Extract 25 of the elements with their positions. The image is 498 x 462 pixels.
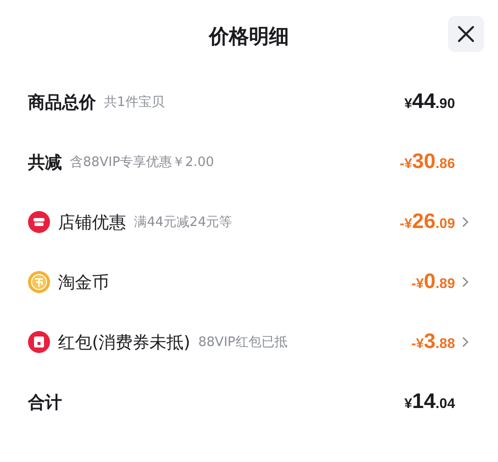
envelope-icon — [28, 331, 50, 353]
amount: -¥0.89 — [411, 270, 455, 294]
chevron-icon[interactable] — [460, 216, 470, 228]
chevron-icon[interactable] — [460, 336, 470, 348]
row-label: 合计 — [28, 392, 62, 414]
row-note: 含88VIP专享优惠￥2.00 — [70, 154, 214, 171]
row-note: 88VIP红包已抵 — [198, 334, 288, 351]
row-note: 满44元减24元等 — [134, 214, 232, 231]
row-label: 淘金币 — [58, 272, 109, 294]
amount: ¥44.90 — [404, 90, 455, 114]
amount: ¥14.04 — [404, 390, 455, 414]
amount: -¥26.09 — [400, 210, 455, 234]
row-label: 红包(消费券未抵) — [58, 332, 190, 354]
row-label: 共减 — [28, 152, 62, 174]
close-button[interactable] — [448, 16, 484, 52]
amount: -¥30.86 — [400, 150, 455, 174]
shop-icon — [28, 211, 50, 233]
close-icon — [457, 25, 475, 43]
amount: -¥3.88 — [411, 330, 455, 354]
chevron-icon[interactable] — [460, 276, 470, 288]
row-note: 共1件宝贝 — [104, 94, 164, 111]
row-label: 店铺优惠 — [58, 212, 126, 234]
row-label: 商品总价 — [28, 92, 96, 114]
coin-icon — [28, 271, 50, 293]
dialog-title: 价格明细 — [209, 22, 289, 50]
